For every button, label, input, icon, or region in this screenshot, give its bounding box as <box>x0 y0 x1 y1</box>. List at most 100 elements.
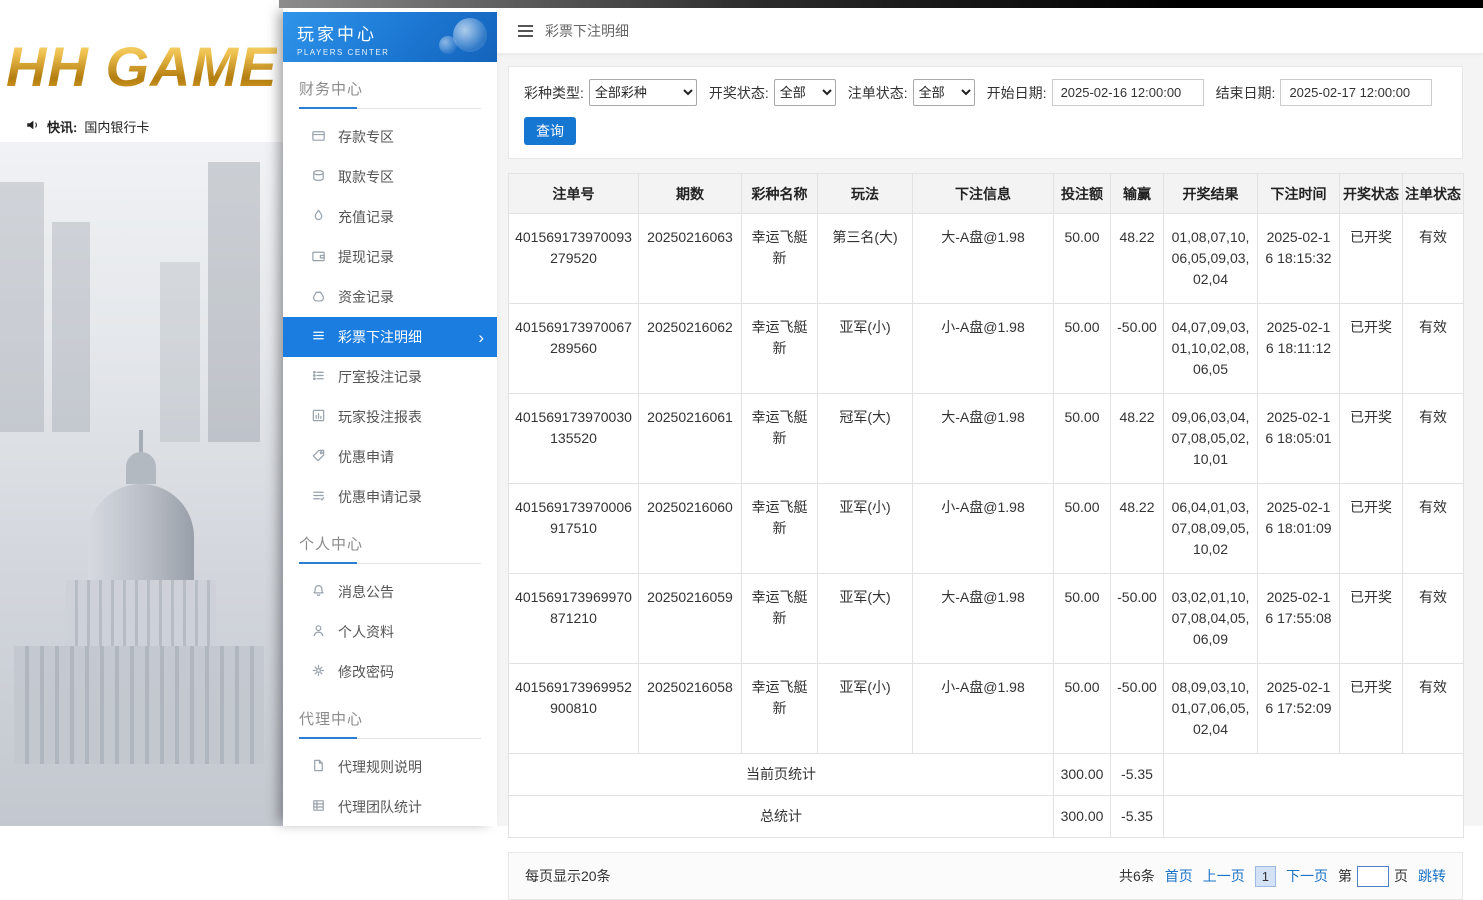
sidebar-subtitle: PLAYERS CENTER <box>297 48 497 57</box>
ticker-label: 快讯: <box>47 117 77 136</box>
table-row: 40156917397009327952020250216063幸运飞艇新第三名… <box>509 214 1464 304</box>
sidebar-item-label: 修改密码 <box>338 662 394 682</box>
table-cell: 幸运飞艇新 <box>742 304 818 394</box>
sidebar-item[interactable]: 取款专区 <box>283 157 497 197</box>
sidebar-item[interactable]: 个人资料 <box>283 612 497 652</box>
column-header: 彩种名称 <box>742 174 818 214</box>
first-page-link[interactable]: 首页 <box>1165 866 1193 886</box>
start-date-input[interactable] <box>1052 79 1204 106</box>
table-row: 40156917397006728956020250216062幸运飞艇新亚军(… <box>509 304 1464 394</box>
summary-win-total: -5.35 <box>1111 796 1164 838</box>
lottery-type-select[interactable]: 全部彩种 <box>589 79 697 106</box>
sidebar-item[interactable]: 厅室投注记录 <box>283 357 497 397</box>
bets-table: 注单号期数彩种名称玩法下注信息投注额输赢开奖结果下注时间开奖状态注单状态 401… <box>508 173 1464 838</box>
draw-status-label: 开奖状态: <box>709 83 769 103</box>
table-cell: 有效 <box>1403 214 1464 304</box>
sidebar-item-label: 存款专区 <box>338 127 394 147</box>
table-cell: 幸运飞艇新 <box>742 574 818 664</box>
total-count: 共6条 <box>1119 866 1155 886</box>
end-date-input[interactable] <box>1280 79 1432 106</box>
sidebar-item[interactable]: 代理团队统计 <box>283 787 497 827</box>
profile-icon <box>311 623 326 641</box>
table-cell: 有效 <box>1403 484 1464 574</box>
prev-page-link[interactable]: 上一页 <box>1203 866 1245 886</box>
table-cell: 06,04,01,03,07,08,09,05,10,02 <box>1164 484 1258 574</box>
search-button[interactable]: 查询 <box>524 117 576 145</box>
sidebar-item[interactable]: 消息公告 <box>283 572 497 612</box>
table-cell: 401569173970093279520 <box>509 214 639 304</box>
building-shape <box>208 162 260 442</box>
page-header: 彩票下注明细 <box>497 8 1483 54</box>
sidebar-item[interactable]: 优惠申请记录 <box>283 477 497 517</box>
sidebar-item[interactable]: 彩票下注明细› <box>283 317 497 357</box>
summary-bet-total: 300.00 <box>1054 754 1111 796</box>
table-cell: 第三名(大) <box>818 214 913 304</box>
summary-row: 当前页统计300.00-5.35 <box>509 754 1464 796</box>
sidebar-item[interactable]: 资金记录 <box>283 277 497 317</box>
column-header: 投注额 <box>1054 174 1111 214</box>
next-page-link[interactable]: 下一页 <box>1286 866 1328 886</box>
top-dark-edge <box>279 0 1483 8</box>
building-shape <box>160 262 200 442</box>
table-cell: 50.00 <box>1054 574 1111 664</box>
promo-record-icon <box>311 488 326 506</box>
sidebar-item-label: 玩家投注报表 <box>338 407 422 427</box>
sidebar-item[interactable]: 存款专区 <box>283 117 497 157</box>
jump-prefix: 第 <box>1338 866 1352 886</box>
menu-toggle-icon[interactable] <box>517 24 534 38</box>
sidebar-item-label: 代理规则说明 <box>338 757 422 777</box>
table-cell: 401569173970006917510 <box>509 484 639 574</box>
summary-empty <box>1164 754 1464 796</box>
agent-rules-icon <box>311 758 326 776</box>
table-cell: 小-A盘@1.98 <box>913 484 1054 574</box>
table-cell: 20250216059 <box>639 574 742 664</box>
draw-status-select[interactable]: 全部 <box>774 79 836 106</box>
table-cell: -50.00 <box>1111 574 1164 664</box>
table-cell: 20250216061 <box>639 394 742 484</box>
table-footer: 每页显示20条 共6条 首页 上一页 1 下一页 第 页 跳转 <box>508 852 1463 900</box>
bets-table-wrap: 注单号期数彩种名称玩法下注信息投注额输赢开奖结果下注时间开奖状态注单状态 401… <box>508 173 1463 838</box>
withdraw-icon <box>311 168 326 186</box>
summary-label: 总统计 <box>509 796 1054 838</box>
column-header: 注单状态 <box>1403 174 1464 214</box>
table-cell: 大-A盘@1.98 <box>913 574 1054 664</box>
bet-status-select[interactable]: 全部 <box>913 79 975 106</box>
deposit-icon <box>311 128 326 146</box>
column-header: 开奖状态 <box>1340 174 1403 214</box>
player-center-header: 玩家中心 PLAYERS CENTER <box>283 12 497 62</box>
jump-button[interactable]: 跳转 <box>1418 866 1446 886</box>
sidebar-item[interactable]: 优惠申请 <box>283 437 497 477</box>
sidebar-item-label: 消息公告 <box>338 582 394 602</box>
lottery-bet-detail-icon <box>311 328 326 346</box>
filter-panel: 彩种类型: 全部彩种 开奖状态: 全部 注单状态: 全部 <box>508 66 1463 159</box>
sidebar-item-label: 资金记录 <box>338 287 394 307</box>
table-cell: 2025-02-16 18:05:01 <box>1258 394 1340 484</box>
table-cell: 2025-02-16 18:15:32 <box>1258 214 1340 304</box>
table-cell: 小-A盘@1.98 <box>913 664 1054 754</box>
page-size-text: 每页显示20条 <box>525 866 611 886</box>
table-row: 40156917397000691751020250216060幸运飞艇新亚军(… <box>509 484 1464 574</box>
sidebar-item[interactable]: 玩家投注报表 <box>283 397 497 437</box>
table-cell: 冠军(大) <box>818 394 913 484</box>
brand-logo: HH GAME <box>6 34 277 99</box>
lottery-type-label: 彩种类型: <box>524 83 584 103</box>
sidebar-item[interactable]: 提现记录 <box>283 237 497 277</box>
table-cell: 48.22 <box>1111 214 1164 304</box>
news-ticker: 快讯: 国内银行卡 <box>0 110 283 142</box>
table-cell: 已开奖 <box>1340 394 1403 484</box>
pagination: 共6条 首页 上一页 1 下一页 第 页 跳转 <box>1119 866 1446 887</box>
speaker-icon <box>25 118 40 135</box>
table-header-row: 注单号期数彩种名称玩法下注信息投注额输赢开奖结果下注时间开奖状态注单状态 <box>509 174 1464 214</box>
column-header: 注单号 <box>509 174 639 214</box>
sidebar-section-title: 财务中心 <box>299 78 481 109</box>
sidebar-item[interactable]: 充值记录 <box>283 197 497 237</box>
sidebar-item[interactable]: 修改密码 <box>283 652 497 692</box>
current-page[interactable]: 1 <box>1255 866 1276 887</box>
table-cell: 50.00 <box>1054 484 1111 574</box>
table-cell: 小-A盘@1.98 <box>913 304 1054 394</box>
summary-label: 当前页统计 <box>509 754 1054 796</box>
sidebar-item-label: 提现记录 <box>338 247 394 267</box>
page-jump-input[interactable] <box>1357 866 1389 887</box>
sidebar-item[interactable]: 代理规则说明 <box>283 747 497 787</box>
table-cell: 50.00 <box>1054 214 1111 304</box>
